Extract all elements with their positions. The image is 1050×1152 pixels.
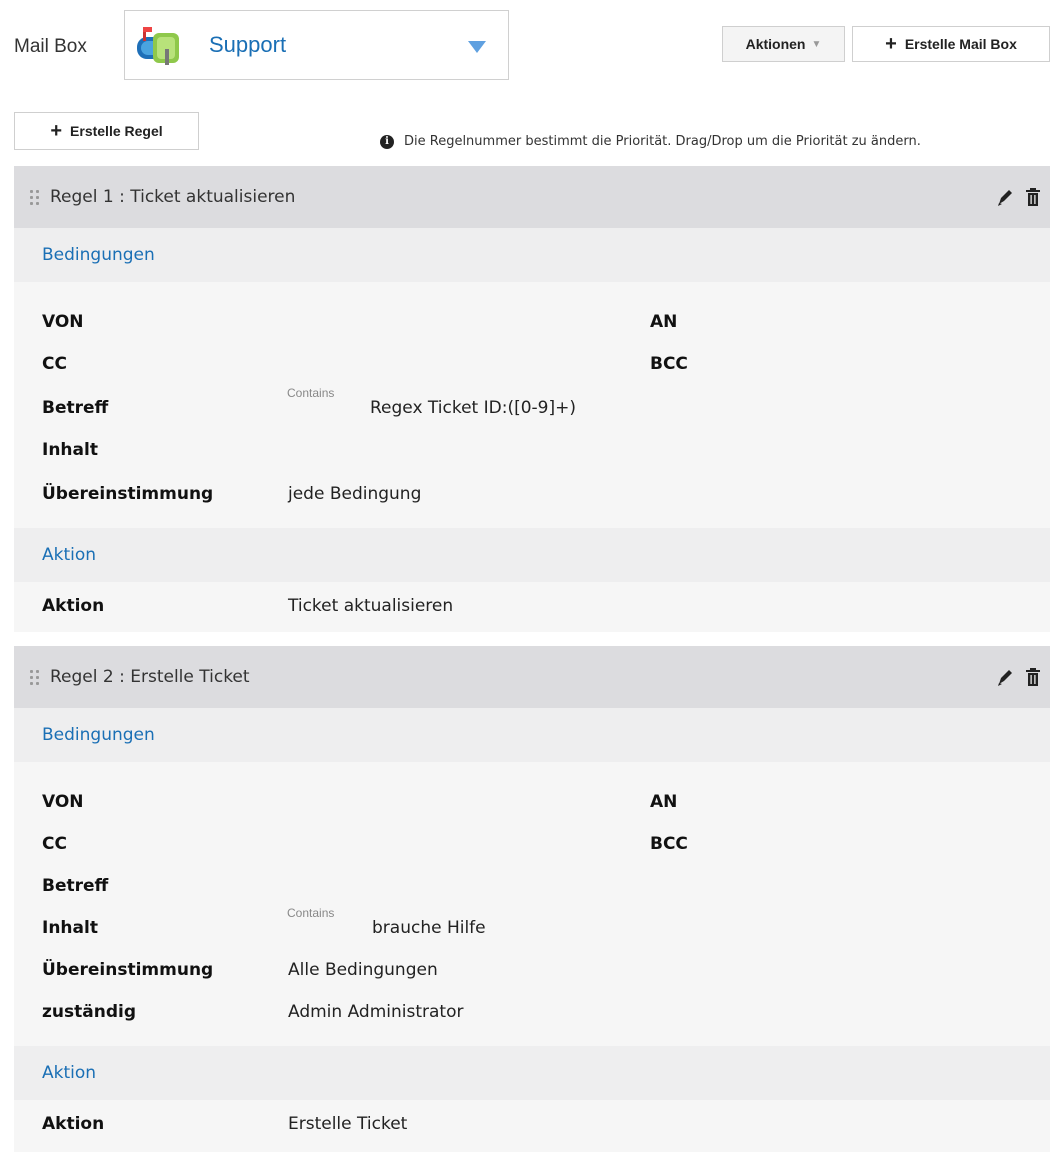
- condition-row: CC BCC: [14, 834, 1050, 874]
- action-list: Aktion Erstelle Ticket: [14, 1100, 1050, 1152]
- plus-icon: +: [885, 33, 897, 55]
- assignee-value: Admin Administrator: [288, 1002, 464, 1022]
- action-label: Aktion: [42, 1114, 105, 1134]
- condition-row: VON AN: [14, 792, 1050, 832]
- edit-icon[interactable]: [996, 186, 1014, 208]
- match-label: Übereinstimmung: [42, 484, 214, 504]
- drag-handle-icon[interactable]: [30, 189, 40, 205]
- assignee-label: zuständig: [42, 1002, 136, 1022]
- actions-button-label: Aktionen: [745, 36, 806, 52]
- content-label: Inhalt: [42, 440, 98, 460]
- condition-row: Inhalt: [14, 440, 1050, 480]
- conditions-list: VON AN CC BCC Betreff Contains Regex Tic…: [14, 282, 1050, 528]
- subject-label: Betreff: [42, 398, 109, 418]
- action-label: Aktion: [42, 596, 105, 616]
- rule-card[interactable]: Regel 1 : Ticket aktualisieren Bedingung…: [14, 166, 1050, 632]
- subject-operator: Contains: [287, 386, 335, 400]
- action-section-header: Aktion: [14, 528, 1050, 582]
- create-mailbox-label: Erstelle Mail Box: [904, 36, 1017, 52]
- condition-row: Betreff: [14, 876, 1050, 916]
- subject-label: Betreff: [42, 876, 109, 896]
- content-value: brauche Hilfe: [372, 918, 486, 938]
- conditions-list: VON AN CC BCC Betreff Inhalt Contains br…: [14, 762, 1050, 1046]
- condition-row: VON AN: [14, 312, 1050, 352]
- mailbox-selected-value: Support: [209, 32, 287, 57]
- conditions-section-header: Bedingungen: [14, 708, 1050, 762]
- delete-icon[interactable]: [1024, 666, 1042, 688]
- bcc-label: BCC: [650, 834, 688, 854]
- condition-row: CC BCC: [14, 354, 1050, 394]
- condition-row: zuständig Admin Administrator: [14, 1002, 1050, 1042]
- action-row: Aktion Erstelle Ticket: [14, 1114, 1050, 1152]
- create-mailbox-button[interactable]: + Erstelle Mail Box: [852, 26, 1050, 62]
- info-icon: i: [380, 134, 394, 149]
- create-rule-button[interactable]: + Erstelle Regel: [14, 112, 199, 150]
- cc-label: CC: [42, 834, 67, 854]
- cc-label: CC: [42, 354, 67, 374]
- action-value: Erstelle Ticket: [288, 1114, 408, 1134]
- actions-dropdown-button[interactable]: Aktionen ▼: [722, 26, 845, 62]
- plus-icon: +: [50, 120, 63, 142]
- from-label: VON: [42, 312, 84, 332]
- priority-hint: i Die Regelnummer bestimmt die Priorität…: [380, 134, 921, 149]
- rule-title: Regel 1 : Ticket aktualisieren: [50, 187, 296, 207]
- action-section-header: Aktion: [14, 1046, 1050, 1100]
- bcc-label: BCC: [650, 354, 688, 374]
- rule-header[interactable]: Regel 2 : Erstelle Ticket: [14, 646, 1050, 708]
- mailbox-select[interactable]: Support: [124, 10, 509, 80]
- condition-row: Übereinstimmung Alle Bedingungen: [14, 960, 1050, 1000]
- match-value: jede Bedingung: [288, 484, 422, 504]
- rule-header[interactable]: Regel 1 : Ticket aktualisieren: [14, 166, 1050, 228]
- create-rule-label: Erstelle Regel: [70, 123, 163, 139]
- mailbox-label: Mail Box: [14, 36, 87, 57]
- condition-row: Übereinstimmung jede Bedingung: [14, 484, 1050, 524]
- action-value: Ticket aktualisieren: [288, 596, 454, 616]
- conditions-section-header: Bedingungen: [14, 228, 1050, 282]
- mailbox-icon: [135, 23, 187, 67]
- caret-down-icon: ▼: [811, 38, 822, 50]
- rule-card[interactable]: Regel 2 : Erstelle Ticket Bedingungen VO…: [14, 646, 1050, 1152]
- priority-hint-text: Die Regelnummer bestimmt die Priorität. …: [404, 134, 921, 149]
- condition-row: Betreff Contains Regex Ticket ID:([0-9]+…: [14, 386, 1050, 438]
- edit-icon[interactable]: [996, 666, 1014, 688]
- content-label: Inhalt: [42, 918, 98, 938]
- action-list: Aktion Ticket aktualisieren: [14, 582, 1050, 632]
- drag-handle-icon[interactable]: [30, 669, 40, 685]
- dropdown-caret-icon: [468, 41, 486, 53]
- to-label: AN: [650, 312, 678, 332]
- rule-title: Regel 2 : Erstelle Ticket: [50, 667, 250, 687]
- subject-value: Regex Ticket ID:([0-9]+): [370, 398, 576, 418]
- condition-row: Inhalt Contains brauche Hilfe: [14, 906, 1050, 958]
- delete-icon[interactable]: [1024, 186, 1042, 208]
- action-row: Aktion Ticket aktualisieren: [14, 596, 1050, 636]
- content-operator: Contains: [287, 906, 335, 920]
- from-label: VON: [42, 792, 84, 812]
- to-label: AN: [650, 792, 678, 812]
- match-value: Alle Bedingungen: [288, 960, 438, 980]
- match-label: Übereinstimmung: [42, 960, 214, 980]
